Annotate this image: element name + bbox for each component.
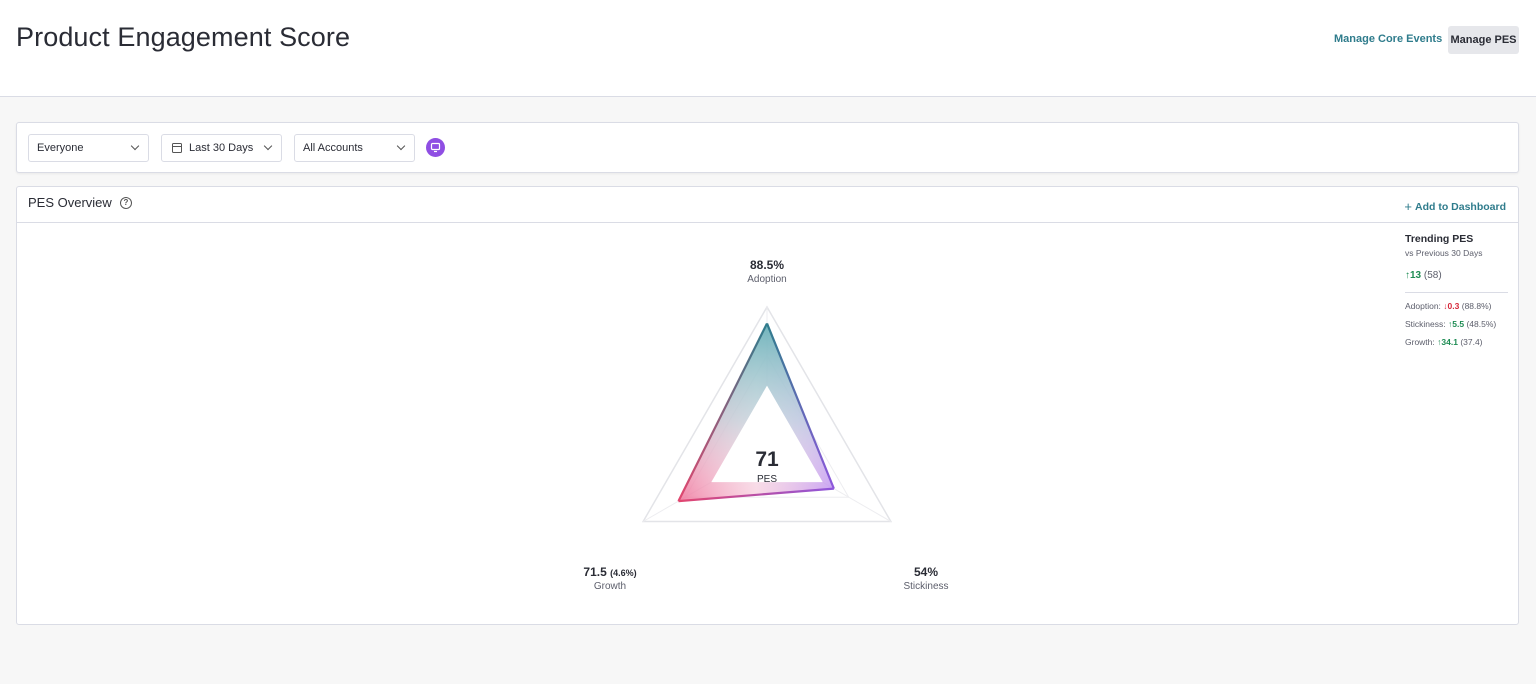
stickiness-label: 54% Stickiness bbox=[886, 565, 966, 592]
trending-row-previous: (37.4) bbox=[1460, 337, 1483, 347]
trending-divider bbox=[1405, 292, 1508, 293]
stickiness-name: Stickiness bbox=[903, 581, 949, 592]
trending-row-stickiness: Stickiness: ↑5.5 (48.5%) bbox=[1405, 319, 1508, 329]
trending-overall-change: 13 bbox=[1410, 270, 1422, 281]
trending-row-change: 0.3 bbox=[1447, 301, 1460, 311]
trending-row-label: Adoption: bbox=[1405, 301, 1441, 311]
trending-row-label: Growth: bbox=[1405, 337, 1435, 347]
adoption-value: 88.5% bbox=[749, 258, 785, 272]
trending-subtitle: vs Previous 30 Days bbox=[1405, 248, 1483, 258]
trending-row-adoption: Adoption: ↓0.3 (88.8%) bbox=[1405, 301, 1508, 311]
trending-row-change: 5.5 bbox=[1452, 319, 1465, 329]
growth-label: 71.5 (4.6%) Growth bbox=[565, 565, 655, 592]
adoption-name: Adoption bbox=[747, 274, 787, 285]
trending-title: Trending PES bbox=[1405, 233, 1474, 245]
trending-pes: Trending PES vs Previous 30 Days ↑13 (58… bbox=[1405, 233, 1508, 347]
growth-value: 71.5 bbox=[583, 565, 607, 579]
pes-triangle-chart bbox=[641, 305, 893, 523]
trending-row-label: Stickiness: bbox=[1405, 319, 1446, 329]
pes-score: 71 bbox=[755, 448, 779, 471]
trending-overall: ↑13 (58) bbox=[1405, 270, 1508, 281]
adoption-label: 88.5% Adoption bbox=[727, 258, 807, 285]
trending-row-growth: Growth: ↑34.1 (37.4) bbox=[1405, 337, 1508, 347]
growth-name: Growth bbox=[593, 581, 627, 592]
trending-row-previous: (88.8%) bbox=[1461, 301, 1492, 311]
trending-row-change: 34.1 bbox=[1441, 337, 1458, 347]
trending-row-previous: (48.5%) bbox=[1466, 319, 1497, 329]
stickiness-value: 54% bbox=[913, 565, 939, 579]
pes-score-label: PES bbox=[756, 474, 777, 485]
radar-plot bbox=[641, 305, 893, 523]
growth-detail: (4.6%) bbox=[610, 568, 637, 578]
trending-overall-previous: (58) bbox=[1423, 270, 1442, 281]
